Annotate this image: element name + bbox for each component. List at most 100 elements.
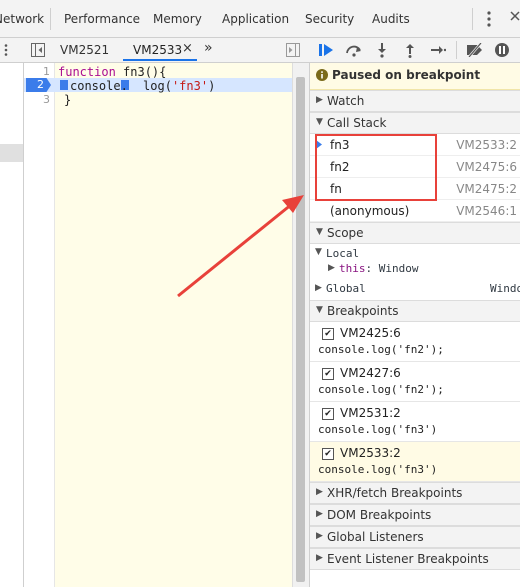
toggle-navigator-icon[interactable] <box>31 43 45 57</box>
expand-triangle-icon: ▶ <box>316 487 323 497</box>
scope-local[interactable]: Local <box>326 247 359 260</box>
breakpoint-checkbox[interactable]: ✔ <box>322 408 334 420</box>
sources-toolbar: VM2521 VM2533 × » <box>0 38 520 63</box>
file-tab-vm2521[interactable]: VM2521 <box>60 43 109 57</box>
property-separator: : <box>365 262 373 275</box>
section-label: XHR/fetch Breakpoints <box>327 486 463 500</box>
breakpoint-checkbox[interactable]: ✔ <box>322 368 334 380</box>
breakpoint-source: console.log('fn3') <box>318 423 438 436</box>
active-tab-indicator <box>123 59 197 61</box>
tab-audits[interactable]: Audits <box>372 12 410 26</box>
line-number: 2 <box>37 78 44 91</box>
section-label: Scope <box>327 226 364 240</box>
expand-triangle-icon: ▶ <box>316 509 323 519</box>
breakpoint-source: console.log('fn3') <box>318 463 438 476</box>
code-text: console. <box>70 79 128 93</box>
section-label: Watch <box>327 94 365 108</box>
section-label: DOM Breakpoints <box>327 508 432 522</box>
tab-memory[interactable]: Memory <box>153 12 202 26</box>
close-devtools-icon[interactable] <box>510 11 520 21</box>
file-tab-vm2533[interactable]: VM2533 <box>133 43 182 57</box>
tab-security[interactable]: Security <box>305 12 354 26</box>
pause-on-exceptions-icon[interactable] <box>494 42 510 58</box>
scope-tree: ▼ Local ▶ this: Window ▶ Global Window <box>310 245 520 301</box>
frame-name: (anonymous) <box>330 204 410 218</box>
code-text: fn3(){ <box>115 65 167 79</box>
inline-breakpoint-marker[interactable] <box>60 80 68 90</box>
expand-triangle-icon[interactable]: ▶ <box>328 263 335 273</box>
breakpoint-location: VM2425:6 <box>340 326 401 340</box>
highlight-box-annotation <box>315 134 437 201</box>
breakpoint-entry[interactable]: ✔ VM2427:6 console.log('fn2'); <box>310 362 520 402</box>
frame-location[interactable]: VM2533:2 <box>456 138 517 152</box>
toggle-debugger-icon[interactable] <box>286 43 300 57</box>
call-stack-section-header[interactable]: ▼ Call Stack <box>310 112 520 134</box>
tab-performance[interactable]: Performance <box>64 12 140 26</box>
divider <box>472 8 473 30</box>
property-key: this <box>339 262 366 275</box>
expand-triangle-icon[interactable]: ▶ <box>315 283 322 293</box>
breakpoint-source: console.log('fn2'); <box>318 383 444 396</box>
devtools-main-tabs: Network Performance Memory Application S… <box>0 0 520 38</box>
resume-icon[interactable] <box>318 43 334 57</box>
breakpoint-marker[interactable]: 2 <box>26 78 51 92</box>
section-label: Event Listener Breakpoints <box>327 552 489 566</box>
breakpoint-checkbox[interactable]: ✔ <box>322 328 334 340</box>
collapse-triangle-icon: ▼ <box>316 117 323 127</box>
navigator-pane <box>0 63 24 587</box>
line-number[interactable]: 3 <box>24 93 50 106</box>
property-value: Window <box>378 262 419 275</box>
keyword: function <box>58 65 116 79</box>
step-icon[interactable] <box>430 44 446 56</box>
step-out-icon[interactable] <box>404 42 416 58</box>
scope-this-entry[interactable]: this: Window <box>339 262 419 275</box>
scope-section-header[interactable]: ▼ Scope <box>310 222 520 244</box>
navigator-selected-item[interactable] <box>0 144 23 162</box>
close-tab-icon[interactable]: × <box>182 41 193 56</box>
global-listeners-section-header[interactable]: ▶ Global Listeners <box>310 526 520 548</box>
breakpoint-entry[interactable]: ✔ VM2425:6 console.log('fn2'); <box>310 322 520 362</box>
breakpoint-source: console.log('fn2'); <box>318 343 444 356</box>
more-tabs-icon[interactable]: » <box>204 40 213 56</box>
tab-application[interactable]: Application <box>222 12 289 26</box>
code-line-2: console. log('fn3') <box>70 79 215 93</box>
event-listener-breakpoints-section-header[interactable]: ▶ Event Listener Breakpoints <box>310 548 520 570</box>
info-icon <box>316 69 328 81</box>
section-label: Call Stack <box>327 116 387 130</box>
code-text: log( <box>143 79 172 93</box>
frame-location[interactable]: VM2546:1 <box>456 204 517 218</box>
expand-triangle-icon: ▶ <box>316 95 323 105</box>
breakpoint-entry-active[interactable]: ✔ VM2533:2 console.log('fn3') <box>310 442 520 482</box>
tab-network[interactable]: Network <box>0 12 44 26</box>
breakpoint-checkbox[interactable]: ✔ <box>322 448 334 460</box>
more-options-icon[interactable] <box>486 11 492 27</box>
dom-breakpoints-section-header[interactable]: ▶ DOM Breakpoints <box>310 504 520 526</box>
collapse-triangle-icon[interactable]: ▼ <box>315 247 322 257</box>
expand-triangle-icon: ▶ <box>316 531 323 541</box>
code-editor[interactable]: 1 2 3 function fn3(){ console. log('fn3'… <box>24 63 292 587</box>
divider <box>456 41 457 59</box>
paused-banner: Paused on breakpoint <box>310 63 520 90</box>
code-line-3: } <box>64 93 72 107</box>
deactivate-breakpoints-icon[interactable] <box>466 43 484 57</box>
code-text: ) <box>208 79 216 93</box>
xhr-breakpoints-section-header[interactable]: ▶ XHR/fetch Breakpoints <box>310 482 520 504</box>
scope-global[interactable]: Global <box>326 282 366 295</box>
code-line-1: function fn3(){ <box>58 65 166 79</box>
step-over-icon[interactable] <box>345 43 363 57</box>
call-frame-anonymous[interactable]: (anonymous) VM2546:1 <box>310 200 520 222</box>
breakpoints-section-header[interactable]: ▼ Breakpoints <box>310 300 520 322</box>
frame-location[interactable]: VM2475:6 <box>456 160 517 174</box>
watch-section-header[interactable]: ▶ Watch <box>310 90 520 112</box>
line-number[interactable]: 1 <box>24 65 50 78</box>
paused-message: Paused on breakpoint <box>332 68 481 82</box>
line-gutter <box>24 63 55 587</box>
divider <box>50 8 51 30</box>
breakpoint-entry[interactable]: ✔ VM2531:2 console.log('fn3') <box>310 402 520 442</box>
frame-location[interactable]: VM2475:2 <box>456 182 517 196</box>
navigator-menu-icon[interactable] <box>4 44 8 56</box>
breakpoint-location: VM2531:2 <box>340 406 401 420</box>
step-into-icon[interactable] <box>376 42 388 58</box>
string-literal: 'fn3' <box>171 79 209 93</box>
editor-scroll-thumb[interactable] <box>296 77 305 582</box>
